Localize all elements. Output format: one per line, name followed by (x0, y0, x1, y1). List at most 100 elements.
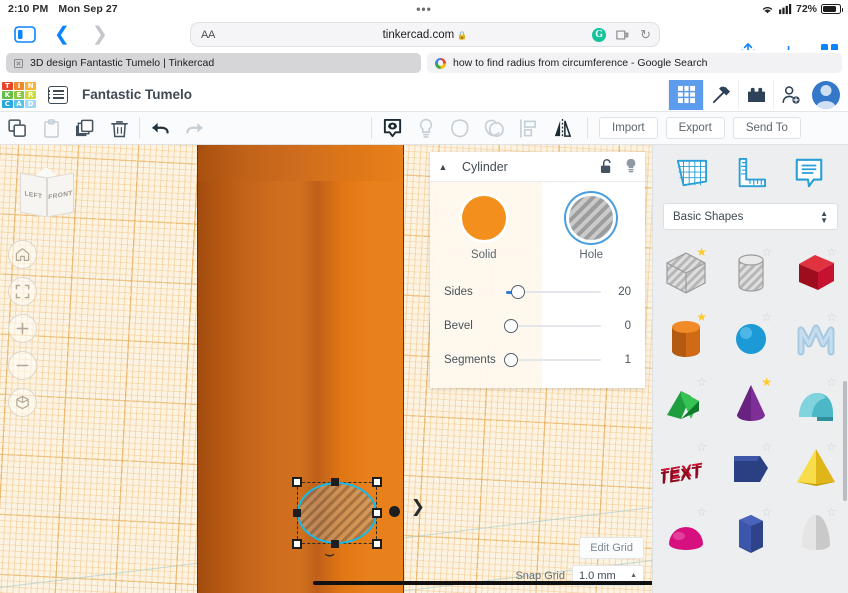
redo-icon[interactable] (177, 112, 211, 145)
zoom-in-button[interactable] (8, 314, 37, 343)
send-to-button[interactable]: Send To (732, 117, 801, 139)
shape-text-red[interactable]: ☆ TEXT TEXT (653, 435, 718, 500)
star-icon[interactable]: ☆ (696, 376, 707, 388)
star-icon[interactable]: ☆ (826, 506, 837, 518)
resize-handle[interactable] (372, 477, 382, 487)
slider-knob[interactable] (504, 319, 518, 333)
light-bulb-icon[interactable] (625, 158, 637, 174)
shape-box-red[interactable]: ☆ (783, 240, 848, 305)
sides-slider[interactable] (506, 285, 601, 299)
solid-color-swatch[interactable] (461, 196, 506, 240)
delete-icon[interactable] (102, 112, 136, 145)
shape-half-sphere-pink[interactable]: ☆ (653, 500, 718, 565)
resize-handle-dark[interactable] (331, 478, 339, 486)
view-cube-front[interactable]: FRONT (47, 172, 74, 218)
sidebar-toggle-icon[interactable] (14, 25, 36, 43)
star-icon[interactable]: ★ (696, 311, 707, 323)
tab-workplane[interactable] (671, 153, 713, 193)
tab-notes[interactable] (788, 153, 830, 193)
shape-polygon-blue[interactable]: ☆ (718, 435, 783, 500)
star-icon[interactable]: ☆ (826, 246, 837, 258)
import-button[interactable]: Import (599, 117, 658, 139)
back-button[interactable]: ❮ (54, 25, 70, 44)
grammarly-icon[interactable]: G (592, 27, 607, 42)
shape-icon[interactable] (443, 112, 477, 145)
edit-grid-button[interactable]: Edit Grid (579, 537, 644, 559)
star-icon[interactable]: ☆ (696, 441, 707, 453)
view-cube-left[interactable]: LEFT (20, 172, 47, 218)
nav-grid-button[interactable] (668, 79, 703, 110)
ortho-perspective-button[interactable] (8, 388, 37, 417)
shape-hex-prism-blue[interactable]: ☆ (718, 500, 783, 565)
close-tab-icon[interactable] (14, 58, 23, 68)
star-icon[interactable]: ☆ (761, 506, 772, 518)
nav-tools-button[interactable] (703, 79, 738, 110)
group-icon[interactable] (477, 112, 511, 145)
bevel-slider[interactable] (504, 319, 601, 333)
paste-icon[interactable] (34, 112, 68, 145)
horizontal-scrollbar[interactable] (313, 581, 652, 585)
slider-knob[interactable] (504, 353, 518, 367)
undo-icon[interactable] (143, 112, 177, 145)
solid-mode-option[interactable]: Solid (430, 196, 538, 261)
extension-icon[interactable] (616, 29, 630, 41)
shape-roof-green[interactable]: ☆ (653, 370, 718, 435)
home-view-button[interactable] (8, 240, 37, 269)
mirror-icon[interactable] (545, 112, 579, 145)
shape-category-select[interactable]: Basic Shapes ▲ ▼ (663, 203, 838, 230)
star-icon[interactable]: ☆ (826, 376, 837, 388)
forward-button[interactable]: ❯ (92, 25, 108, 44)
browser-tab-tinkercad[interactable]: 3D design Fantastic Tumelo | Tinkercad (6, 53, 421, 73)
collapse-panel-icon[interactable]: ▲ (430, 162, 456, 172)
duplicate-icon[interactable] (68, 112, 102, 145)
star-icon[interactable]: ☆ (826, 441, 837, 453)
sidebar-scrollbar[interactable] (843, 381, 847, 501)
shape-cylinder-orange[interactable]: ★ (653, 305, 718, 370)
resize-handle-dark[interactable] (293, 509, 301, 517)
shape-box-hole[interactable]: ★ (653, 240, 718, 305)
star-icon[interactable]: ★ (696, 246, 707, 258)
export-button[interactable]: Export (665, 117, 725, 139)
reload-icon[interactable]: ↻ (640, 27, 651, 43)
star-icon[interactable]: ☆ (761, 246, 772, 258)
shape-pyramid-yellow[interactable]: ☆ (783, 435, 848, 500)
resize-handle[interactable] (372, 539, 382, 549)
hole-mode-option[interactable]: Hole (538, 196, 646, 261)
rotate-arrow-bottom-icon[interactable]: ⌣ (324, 544, 335, 564)
segments-slider[interactable] (504, 353, 601, 367)
tinkercad-logo-icon[interactable]: T I N K E R C A D (2, 81, 36, 108)
resize-handle[interactable] (292, 539, 302, 549)
rotate-arrow-icon[interactable]: ❯ (411, 497, 425, 517)
nav-blocks-button[interactable] (738, 79, 773, 110)
fit-view-button[interactable] (8, 277, 37, 306)
shape-paraboloid-gray[interactable]: ☆ (783, 500, 848, 565)
shape-sphere-blue[interactable]: ☆ (718, 305, 783, 370)
shape-scribble[interactable]: ☆ (783, 305, 848, 370)
address-bar[interactable]: AA tinkercad.com 🔒 G ↻ (190, 22, 660, 47)
avatar[interactable] (812, 80, 840, 109)
star-icon[interactable]: ☆ (826, 311, 837, 323)
light-bulb-icon[interactable] (409, 112, 443, 145)
resize-handle[interactable] (292, 477, 302, 487)
star-icon[interactable]: ☆ (761, 441, 772, 453)
shape-round-roof-teal[interactable]: ☆ (783, 370, 848, 435)
resize-handle[interactable] (372, 508, 382, 518)
star-icon[interactable]: ☆ (761, 311, 772, 323)
zoom-out-button[interactable] (8, 351, 37, 380)
copy-icon[interactable] (0, 112, 34, 145)
browser-tab-google[interactable]: how to find radius from circumference - … (427, 53, 842, 73)
shape-cylinder-hole[interactable]: ☆ (718, 240, 783, 305)
nav-add-person-button[interactable] (773, 79, 808, 110)
unlocked-icon[interactable] (600, 158, 613, 174)
align-icon[interactable] (511, 112, 545, 145)
view-cube[interactable]: LEFT FRONT (19, 167, 75, 219)
star-icon[interactable]: ☆ (696, 506, 707, 518)
star-icon[interactable]: ★ (761, 376, 772, 388)
selected-hole-cylinder[interactable]: ❯ ⌣ (292, 477, 425, 564)
rotate-handle[interactable] (389, 506, 400, 517)
menu-icon[interactable] (48, 85, 68, 104)
shape-cone-purple[interactable]: ★ (718, 370, 783, 435)
slider-knob[interactable] (511, 285, 525, 299)
hole-color-swatch[interactable] (569, 196, 614, 240)
tab-ruler[interactable] (729, 153, 771, 193)
